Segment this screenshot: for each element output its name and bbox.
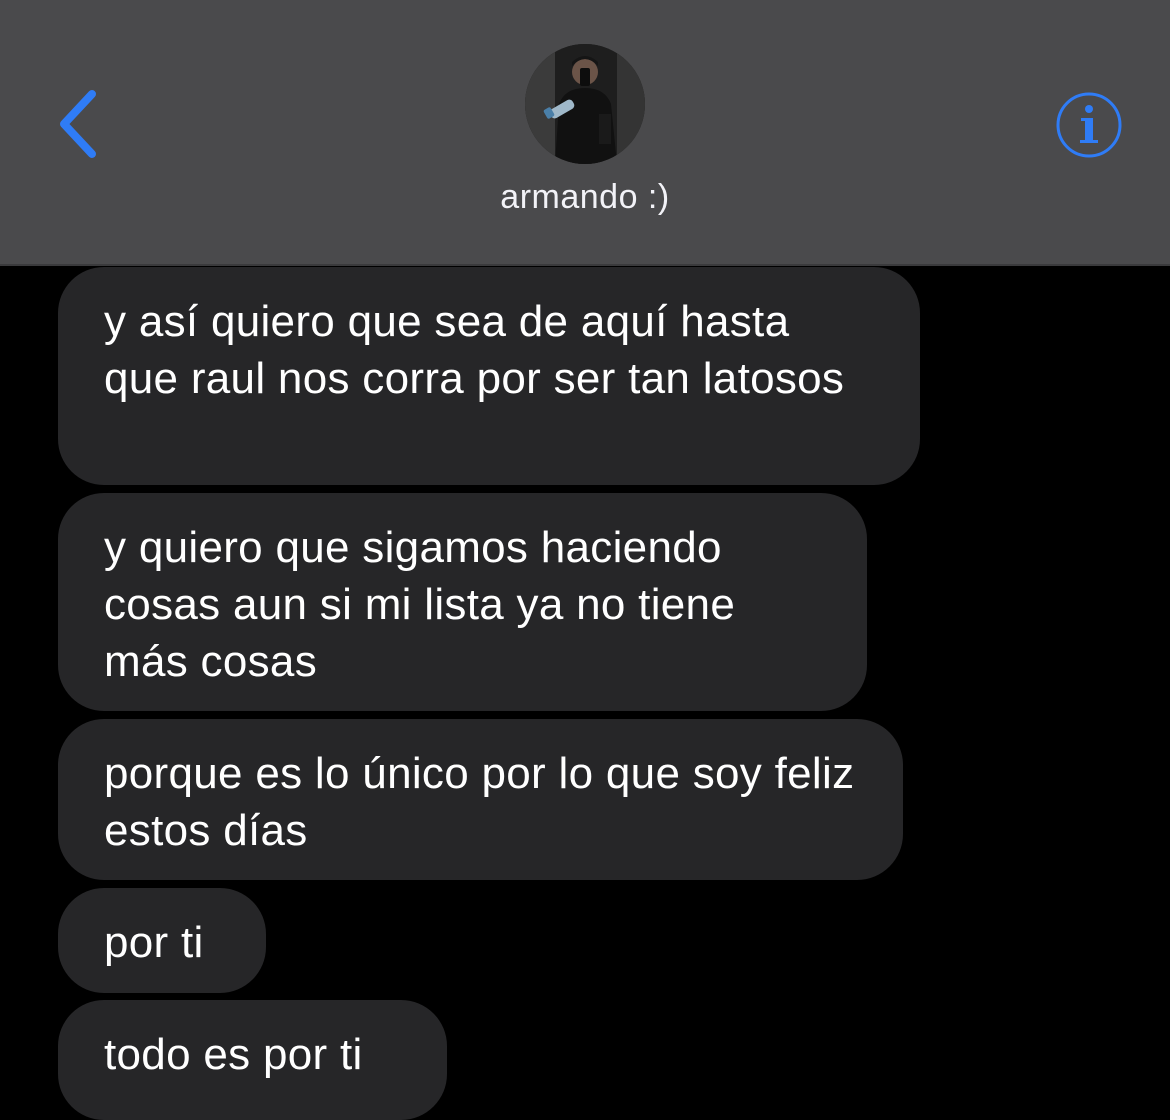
message-bubble[interactable]: porque es lo único por lo que soy feliz …	[58, 719, 903, 880]
message-list[interactable]: y así quiero que sea de aquí hasta que r…	[0, 266, 1170, 1120]
message-bubble[interactable]: y quiero que sigamos haciendo cosas aun …	[58, 493, 867, 711]
message-bubble[interactable]: todo es por ti	[58, 1000, 447, 1120]
conversation-header: armando :)	[0, 0, 1170, 266]
info-button[interactable]	[1055, 91, 1123, 159]
message-bubble[interactable]: y así quiero que sea de aquí hasta que r…	[58, 267, 920, 485]
chevron-left-icon	[60, 90, 96, 158]
contact-name[interactable]: armando :)	[0, 178, 1170, 217]
info-icon	[1056, 92, 1122, 158]
avatar[interactable]	[525, 44, 645, 164]
message-bubble[interactable]: por ti	[58, 888, 266, 993]
avatar-photo	[525, 44, 645, 164]
back-button[interactable]	[52, 88, 112, 160]
